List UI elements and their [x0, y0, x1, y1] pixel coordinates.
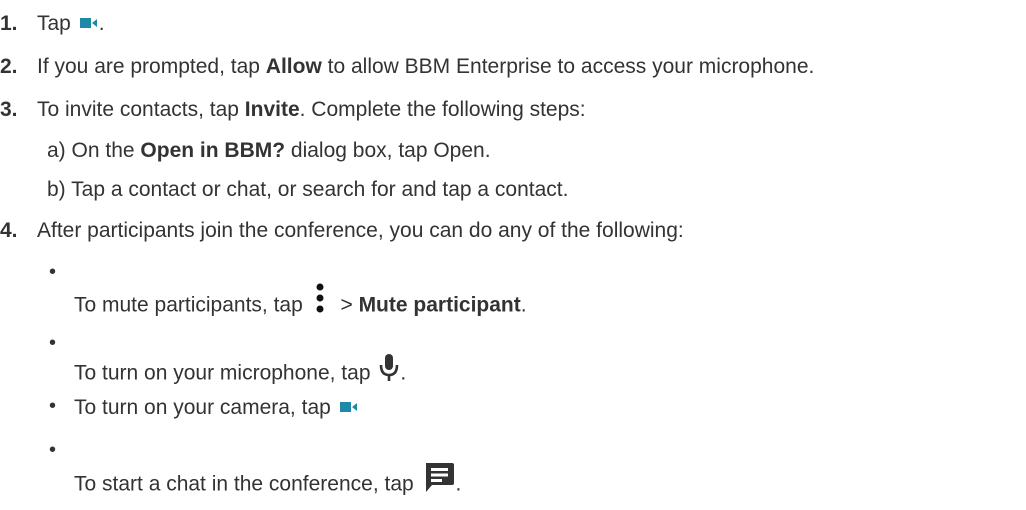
bullet-turn-on-camera: To turn on your camera, tap — [74, 396, 358, 420]
step-number: 4. — [0, 219, 18, 242]
microphone-icon — [380, 354, 399, 381]
step-number: 1. — [0, 12, 18, 35]
bullet-text-post: . — [400, 361, 407, 385]
step-text-post: to allow BBM Enterprise to access your m… — [321, 55, 815, 78]
bullet-text-pre: To start a chat in the conference, tap — [74, 472, 420, 496]
step-text: If you are prompted, tap Allow to allow … — [37, 55, 814, 79]
step-number: 3. — [0, 98, 18, 121]
step-text-post: . Complete the following steps: — [299, 98, 586, 121]
bullet-marker: • — [49, 395, 57, 417]
invite-label: Invite — [244, 98, 300, 121]
step-number: 2. — [0, 55, 18, 78]
substep-a: a) On the Open in BBM? dialog box, tap O… — [47, 139, 491, 163]
bullet-text-post: . — [455, 472, 462, 496]
substep-label: a) — [47, 139, 66, 162]
step-text: Tap . — [37, 12, 105, 36]
step-text: To invite contacts, tap Invite. Complete… — [37, 98, 586, 122]
step-text-post: . — [98, 12, 105, 35]
bullet-text-pre: To mute participants, tap — [74, 293, 309, 317]
bullet-start-chat: To start a chat in the conference, tap . — [74, 460, 461, 510]
substep-b: b) Tap a contact or chat, or search for … — [47, 178, 568, 202]
bullet-marker: • — [49, 332, 57, 354]
substep-text: Tap a contact or chat, or search for and… — [71, 178, 569, 201]
chat-icon — [425, 463, 454, 492]
substep-text-pre: On the — [71, 139, 141, 162]
step-text-pre: Tap — [37, 12, 77, 35]
step-text: After participants join the conference, … — [37, 219, 684, 242]
more-vert-icon — [316, 283, 324, 313]
mute-participant-label: Mute participant — [358, 293, 521, 317]
bullet-text-mid: > — [334, 293, 359, 317]
allow-label: Allow — [265, 55, 322, 78]
instruction-document: 1. Tap . 2. If you are prompted, tap All… — [0, 0, 1026, 497]
bullet-text-post: . — [520, 293, 527, 317]
bullet-text-pre: To turn on your camera, tap — [74, 396, 337, 419]
bullet-text-pre: To turn on your microphone, tap — [74, 361, 377, 385]
step-text-pre: If you are prompted, tap — [37, 55, 266, 78]
bullet-turn-on-microphone: To turn on your microphone, tap . — [74, 353, 406, 395]
open-in-bbm-label: Open in BBM? — [140, 139, 286, 162]
bullet-marker: • — [49, 261, 57, 283]
video-camera-icon — [339, 401, 357, 412]
bullet-marker: • — [49, 439, 57, 461]
video-camera-icon — [79, 17, 97, 28]
substep-text-post: dialog box, tap Open. — [285, 139, 491, 162]
substep-label: b) — [47, 178, 66, 201]
bullet-mute-participants: To mute participants, tap > Mute partici… — [74, 282, 527, 330]
step-text-pre: To invite contacts, tap — [37, 98, 245, 121]
